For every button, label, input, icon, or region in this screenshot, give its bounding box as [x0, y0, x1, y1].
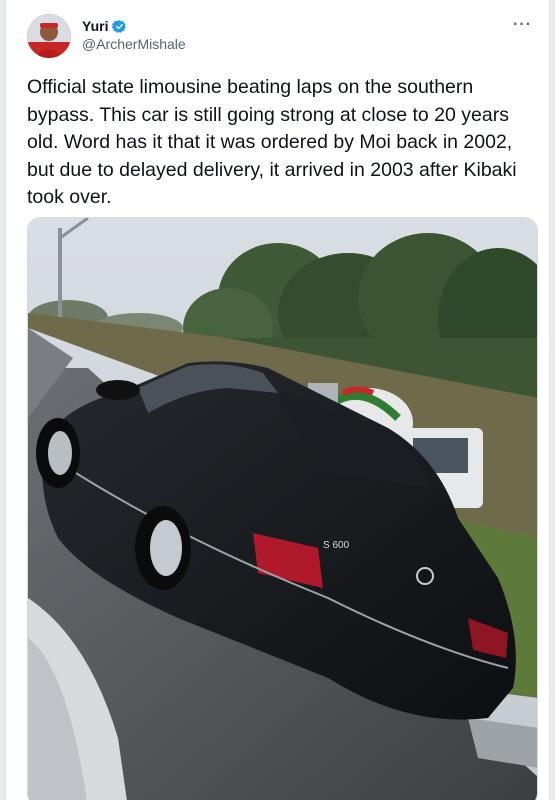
- more-options-icon[interactable]: ···: [513, 16, 532, 34]
- tweet-media-photo[interactable]: S 600: [27, 217, 538, 800]
- author-handle[interactable]: @ArcherMishale: [82, 36, 186, 52]
- author-names: Yuri @ArcherMishale: [82, 18, 186, 52]
- avatar[interactable]: [27, 14, 71, 58]
- avatar-image: [27, 14, 71, 58]
- model-badge: S 600: [323, 540, 350, 551]
- author-display-name[interactable]: Yuri: [82, 18, 108, 34]
- author-display-name-row[interactable]: Yuri: [82, 18, 186, 34]
- tweet-header: Yuri @ArcherMishale ···: [27, 12, 532, 60]
- limousine-photo: S 600: [28, 218, 537, 800]
- tweet-card: Yuri @ArcherMishale ··· Official state l…: [5, 0, 550, 800]
- tweet-text: Official state limousine beating laps on…: [27, 76, 517, 208]
- verified-badge-icon: [112, 19, 127, 33]
